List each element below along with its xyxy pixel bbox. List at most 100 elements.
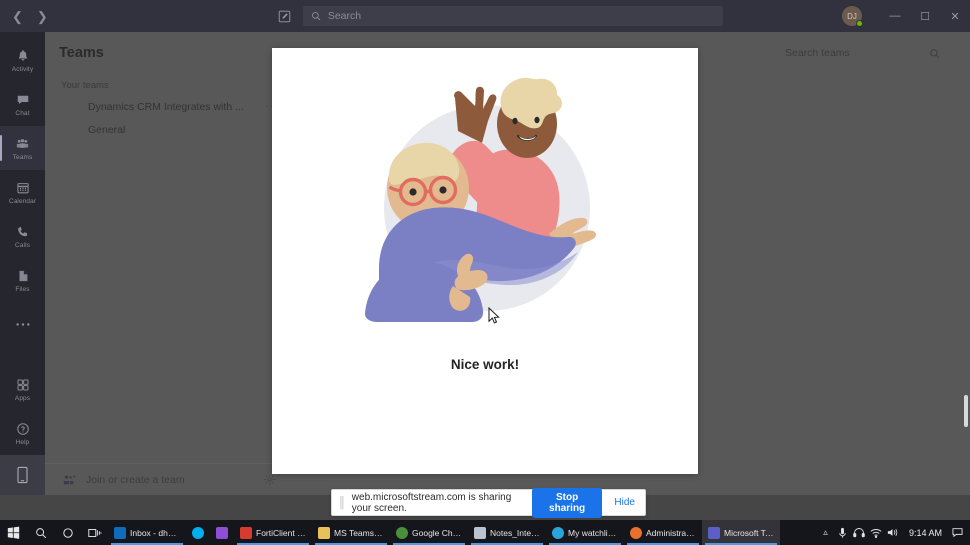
app-rail-bottom: Apps Help	[0, 367, 45, 495]
taskbar-item-administration[interactable]: Administrati...	[624, 520, 702, 545]
maximize-button[interactable]: ☐	[910, 0, 940, 32]
mobile-device-icon[interactable]	[0, 455, 45, 495]
taskbar-label: Notes_Integr...	[490, 527, 540, 538]
chat-icon	[16, 92, 30, 109]
files-icon	[16, 268, 30, 285]
taskbar-item-forticlient[interactable]: FortiClient -...	[234, 520, 312, 545]
windows-taskbar: Inbox - dhaw... FortiClient -... MS Team…	[0, 520, 970, 545]
gear-icon[interactable]	[263, 473, 276, 486]
teams-list-panel: Teams Your teams Dynamics CRM Integrates…	[45, 32, 290, 495]
compose-icon[interactable]	[278, 10, 291, 23]
sidebar-item-activity[interactable]: Activity	[0, 38, 45, 82]
wifi-icon[interactable]	[868, 528, 885, 538]
action-center-icon[interactable]	[949, 527, 966, 538]
sidebar-item-calendar[interactable]: Calendar	[0, 170, 45, 214]
taskbar-label: Google Chro...	[412, 527, 462, 538]
cortana-icon[interactable]	[54, 520, 81, 545]
system-tray: ▵ 9:14 AM	[817, 527, 970, 539]
sidebar-label: Help	[15, 438, 30, 446]
vscode-icon	[216, 526, 228, 539]
teams-icon	[15, 136, 30, 153]
sidebar-item-calls[interactable]: Calls	[0, 214, 45, 258]
more-ellipsis-icon	[15, 316, 31, 333]
microphone-icon[interactable]	[834, 527, 851, 539]
help-question-icon	[16, 421, 30, 438]
add-people-icon	[63, 474, 76, 486]
taskbar-label: Administrati...	[646, 527, 696, 538]
outlook-icon	[114, 526, 126, 539]
join-or-create-team-button[interactable]: Join or create a team	[45, 463, 290, 495]
taskbar-item-ms-teams-folder[interactable]: MS Teams Int...	[312, 520, 390, 545]
taskbar-item-watchlist[interactable]: My watchlist ...	[546, 520, 624, 545]
volume-icon[interactable]	[885, 527, 902, 538]
apps-grid-icon	[16, 377, 30, 394]
sidebar-item-teams[interactable]: Teams	[0, 126, 45, 170]
show-hidden-icons-chevron[interactable]: ▵	[817, 527, 834, 538]
taskbar-clock[interactable]: 9:14 AM	[902, 528, 949, 538]
notes-icon	[474, 526, 486, 539]
chrome-icon	[396, 526, 408, 539]
sidebar-label: Calendar	[8, 197, 37, 205]
minimize-button[interactable]: —	[880, 0, 910, 32]
sidebar-label: Teams	[12, 153, 33, 161]
hide-button[interactable]: Hide	[614, 497, 635, 508]
nav-arrows: ❮ ❯	[12, 10, 48, 23]
taskbar-item-microsoft-teams[interactable]: Microsoft Te...	[702, 520, 780, 545]
sidebar-label: Activity	[11, 65, 34, 73]
search-input[interactable]: Search	[302, 6, 723, 26]
taskbar-item-notes[interactable]: Notes_Integr...	[468, 520, 546, 545]
title-bar: ❮ ❯ Search DJ — ☐ ✕	[0, 0, 970, 32]
sidebar-item-more[interactable]	[0, 302, 45, 346]
list-item[interactable]: General	[45, 118, 290, 141]
taskbar-item-inbox[interactable]: Inbox - dhaw...	[108, 520, 186, 545]
windows-start-icon[interactable]	[0, 520, 27, 545]
taskbar-label: FortiClient -...	[256, 527, 306, 538]
chevron-left-icon[interactable]: ❮	[12, 10, 23, 23]
bell-icon	[16, 48, 30, 65]
search-placeholder-text: Search	[327, 10, 362, 22]
search-icon[interactable]	[27, 520, 54, 545]
sidebar-label: Apps	[14, 394, 31, 402]
sidebar-item-files[interactable]: Files	[0, 258, 45, 302]
headset-icon[interactable]	[851, 527, 868, 538]
sidebar-label: Chat	[15, 109, 30, 117]
sidebar-label: Files	[15, 285, 30, 293]
sidebar-label: Calls	[15, 241, 30, 249]
task-view-icon[interactable]	[81, 520, 108, 545]
close-button[interactable]: ✕	[940, 0, 970, 32]
celebrating-people-illustration	[335, 58, 635, 343]
search-teams-placeholder: Search teams	[785, 47, 850, 59]
dialog-caption: Nice work!	[450, 357, 520, 372]
your-teams-label: Your teams	[61, 80, 109, 91]
avatar-initials: DJ	[847, 11, 857, 21]
join-label: Join or create a team	[86, 473, 185, 486]
sidebar-item-apps[interactable]: Apps	[0, 367, 45, 411]
search-icon	[311, 11, 321, 21]
sidebar-item-help[interactable]: Help	[0, 411, 45, 455]
vertical-scrollbar-thumb[interactable]	[964, 395, 968, 427]
desktop-screen: ❮ ❯ Search DJ — ☐ ✕ Activity Chat Teams …	[0, 0, 970, 545]
team-name: Dynamics CRM Integrates with ...	[88, 100, 244, 113]
edge-icon	[552, 526, 564, 539]
search-icon[interactable]	[929, 48, 940, 59]
taskbar-item-chrome[interactable]: Google Chro...	[390, 520, 468, 545]
forticlient-icon	[240, 526, 252, 539]
teams-panel-header: Teams	[45, 32, 290, 74]
calendar-icon	[16, 180, 30, 197]
list-item[interactable]: Dynamics CRM Integrates with ... ···	[45, 95, 290, 118]
stop-sharing-button[interactable]: Stop sharing	[531, 487, 603, 518]
taskbar-label: MS Teams Int...	[334, 527, 384, 538]
taskbar-item-vscode[interactable]	[210, 520, 234, 545]
screen-sharing-bar: ║ web.microsoftstream.com is sharing you…	[331, 487, 646, 518]
sidebar-item-chat[interactable]: Chat	[0, 82, 45, 126]
drag-grip-icon[interactable]: ║	[338, 497, 346, 509]
presence-indicator	[856, 20, 863, 27]
page-title: Teams	[59, 45, 104, 61]
taskbar-item-skype[interactable]	[186, 520, 210, 545]
avatar[interactable]: DJ	[842, 6, 863, 27]
phone-icon	[16, 224, 30, 241]
chevron-right-icon[interactable]: ❯	[37, 10, 48, 23]
search-teams-input[interactable]: Search teams	[785, 42, 940, 64]
channel-name: General	[88, 123, 126, 136]
taskbar-label: Microsoft Te...	[724, 527, 774, 538]
